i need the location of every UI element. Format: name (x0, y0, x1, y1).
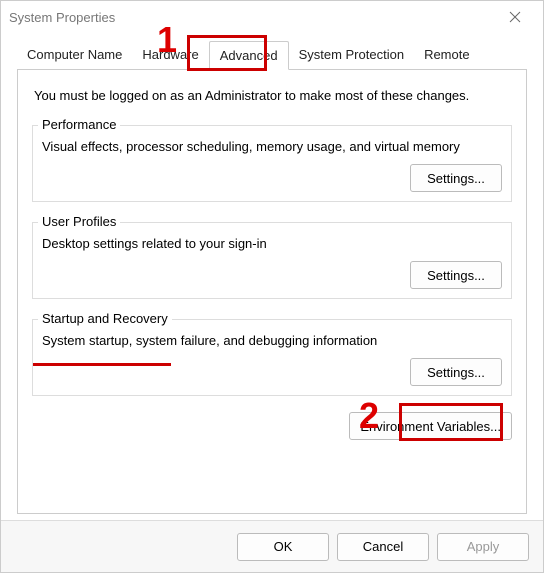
group-startup-recovery-btn-row: Settings... (42, 358, 502, 386)
group-startup-recovery-desc: System startup, system failure, and debu… (42, 333, 502, 348)
group-startup-recovery: Startup and Recovery System startup, sys… (32, 311, 512, 396)
performance-settings-button[interactable]: Settings... (410, 164, 502, 192)
system-properties-window: System Properties Computer Name Hardware… (0, 0, 544, 573)
tab-system-protection[interactable]: System Protection (289, 41, 415, 69)
ok-button[interactable]: OK (237, 533, 329, 561)
titlebar: System Properties (1, 1, 543, 33)
tab-content-advanced: You must be logged on as an Administrato… (17, 70, 527, 514)
tab-remote[interactable]: Remote (414, 41, 480, 69)
window-body: Computer Name Hardware Advanced System P… (1, 33, 543, 520)
close-button[interactable] (495, 1, 535, 33)
group-user-profiles-legend: User Profiles (38, 214, 120, 229)
tab-advanced[interactable]: Advanced (209, 41, 289, 70)
env-vars-row: Environment Variables... (32, 412, 512, 440)
dialog-footer: OK Cancel Apply (1, 520, 543, 572)
tab-computer-name[interactable]: Computer Name (17, 41, 132, 69)
group-performance: Performance Visual effects, processor sc… (32, 117, 512, 202)
group-performance-desc: Visual effects, processor scheduling, me… (42, 139, 502, 154)
startup-recovery-settings-button[interactable]: Settings... (410, 358, 502, 386)
window-title: System Properties (9, 10, 495, 25)
apply-button[interactable]: Apply (437, 533, 529, 561)
group-performance-legend: Performance (38, 117, 120, 132)
close-icon (509, 11, 521, 23)
user-profiles-settings-button[interactable]: Settings... (410, 261, 502, 289)
group-user-profiles-btn-row: Settings... (42, 261, 502, 289)
admin-notice: You must be logged on as an Administrato… (34, 88, 510, 103)
tab-strip: Computer Name Hardware Advanced System P… (17, 41, 527, 70)
group-user-profiles-desc: Desktop settings related to your sign-in (42, 236, 502, 251)
group-user-profiles: User Profiles Desktop settings related t… (32, 214, 512, 299)
cancel-button[interactable]: Cancel (337, 533, 429, 561)
group-startup-recovery-legend: Startup and Recovery (38, 311, 172, 326)
group-performance-btn-row: Settings... (42, 164, 502, 192)
tab-hardware[interactable]: Hardware (132, 41, 208, 69)
environment-variables-button[interactable]: Environment Variables... (349, 412, 512, 440)
